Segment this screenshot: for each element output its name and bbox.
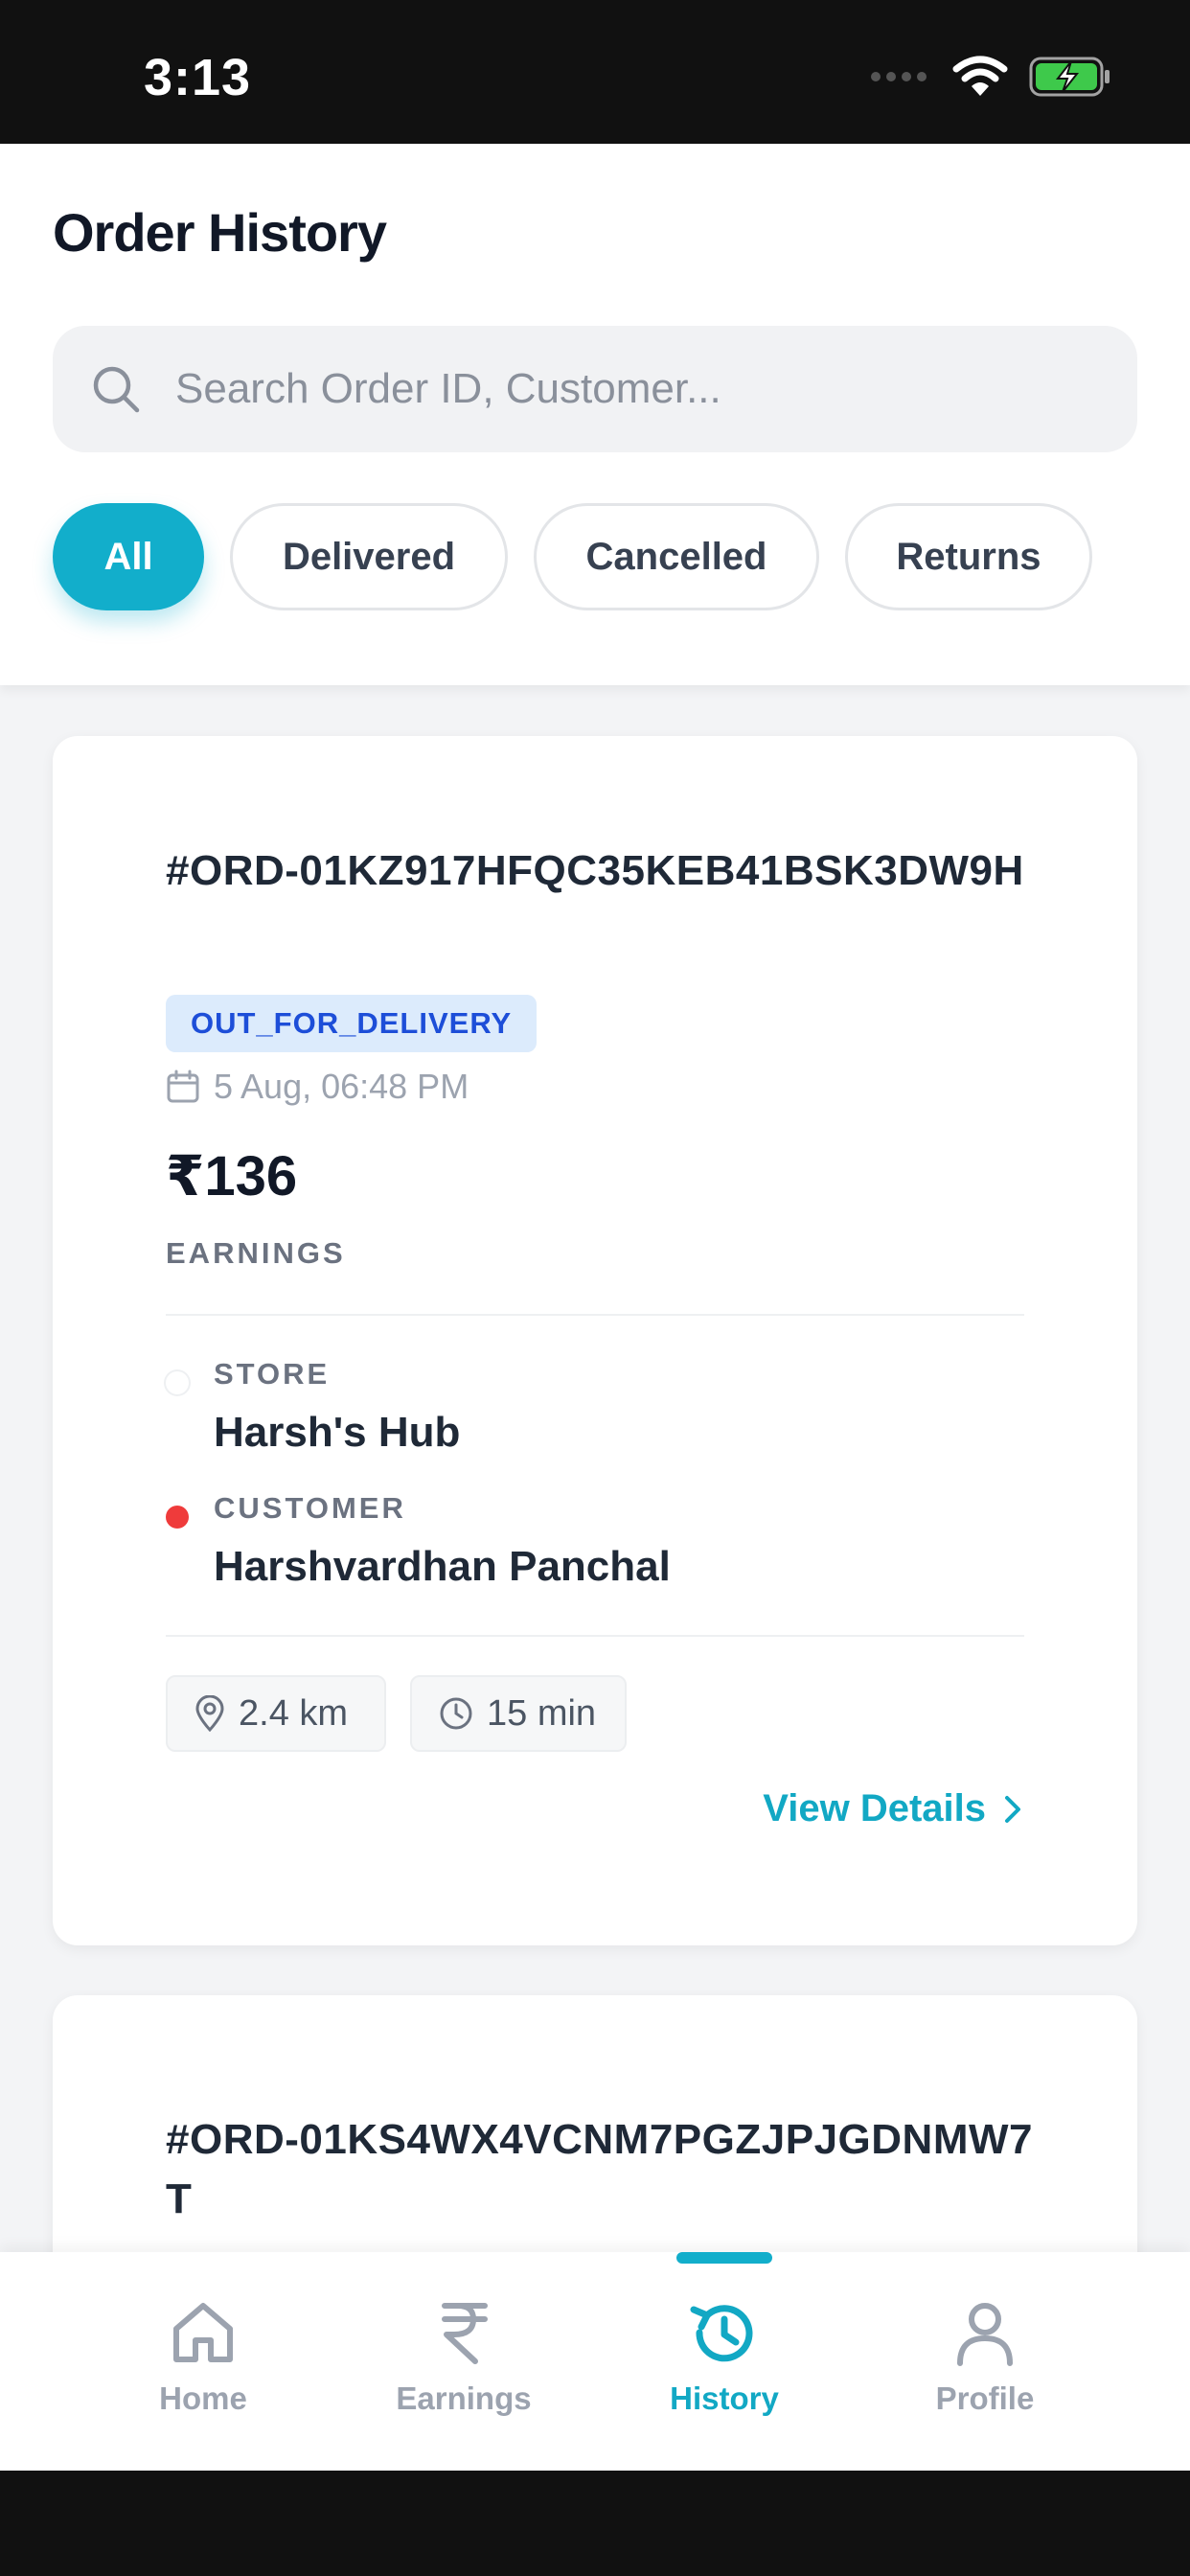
rupee-icon [442, 2303, 488, 2364]
search-input[interactable] [173, 364, 1040, 414]
nav-home[interactable]: Home [73, 2252, 333, 2471]
status-time: 3:13 [144, 49, 252, 106]
nav-earnings[interactable]: Earnings [333, 2252, 594, 2471]
filter-cancelled-chip[interactable]: Cancelled [534, 503, 819, 610]
order-id: #ORD-01KZ917HFQC35KEB41BSK3DW9H [166, 847, 1024, 894]
system-bottom-bar [0, 2471, 1190, 2576]
divider [166, 1635, 1024, 1637]
distance-chip: 2.4 km [166, 1675, 386, 1752]
filter-chips: All Delivered Cancelled Returns [53, 503, 1092, 610]
filter-delivered-chip[interactable]: Delivered [230, 503, 508, 610]
earnings-label: EARNINGS [166, 1236, 346, 1270]
location-pin-icon [195, 1695, 224, 1732]
order-earnings-amount: ₹136 [166, 1145, 298, 1208]
nav-history-label: History [670, 2380, 779, 2416]
view-details-button[interactable]: View Details [763, 1787, 1022, 1830]
order-card[interactable]: #ORD-01KZ917HFQC35KEB41BSK3DW9H OUT_FOR_… [53, 736, 1137, 1945]
view-details-label: View Details [763, 1787, 986, 1829]
order-date: 5 Aug, 06:48 PM [166, 1067, 469, 1107]
chevron-right-icon [1005, 1795, 1020, 1823]
history-icon [690, 2305, 753, 2362]
nav-home-label: Home [159, 2380, 247, 2416]
bottom-navigation: Home Earnings History Profile [0, 2252, 1190, 2471]
battery-charging-icon [1029, 57, 1110, 97]
filter-all-chip[interactable]: All [53, 503, 204, 610]
divider [166, 1314, 1024, 1316]
order-id: #ORD-01KS4WX4VCNM7PGZJPJGDNMW7T [166, 2116, 1033, 2222]
search-icon [93, 366, 140, 413]
customer-name: Harshvardhan Panchal [214, 1543, 671, 1590]
nav-profile-label: Profile [935, 2380, 1035, 2416]
filter-returns-chip[interactable]: Returns [845, 503, 1092, 610]
wifi-icon [952, 56, 1008, 96]
order-date-text: 5 Aug, 06:48 PM [214, 1067, 469, 1106]
home-icon [173, 2303, 233, 2362]
customer-dot-icon [166, 1506, 189, 1529]
store-label: STORE [214, 1357, 331, 1391]
duration-text: 15 min [487, 1692, 597, 1734]
store-dot-icon [166, 1371, 189, 1394]
nav-history[interactable]: History [594, 2252, 855, 2471]
duration-chip: 15 min [410, 1675, 627, 1752]
status-bar: 3:13 [0, 0, 1190, 144]
distance-text: 2.4 km [239, 1692, 349, 1734]
search-bar[interactable] [53, 326, 1137, 452]
status-icons [870, 56, 1111, 98]
customer-label: CUSTOMER [214, 1491, 406, 1525]
nav-profile[interactable]: Profile [855, 2252, 1115, 2471]
calendar-icon [167, 1070, 199, 1103]
status-badge: OUT_FOR_DELIVERY [166, 995, 538, 1052]
header: Order History All Delivered Cancelled Re… [0, 144, 1190, 685]
nav-earnings-label: Earnings [396, 2380, 532, 2416]
clock-icon [440, 1697, 472, 1730]
store-name: Harsh's Hub [214, 1409, 461, 1456]
user-icon [957, 2303, 1013, 2366]
page-title: Order History [53, 202, 387, 263]
cellular-signal-icon [871, 72, 927, 81]
